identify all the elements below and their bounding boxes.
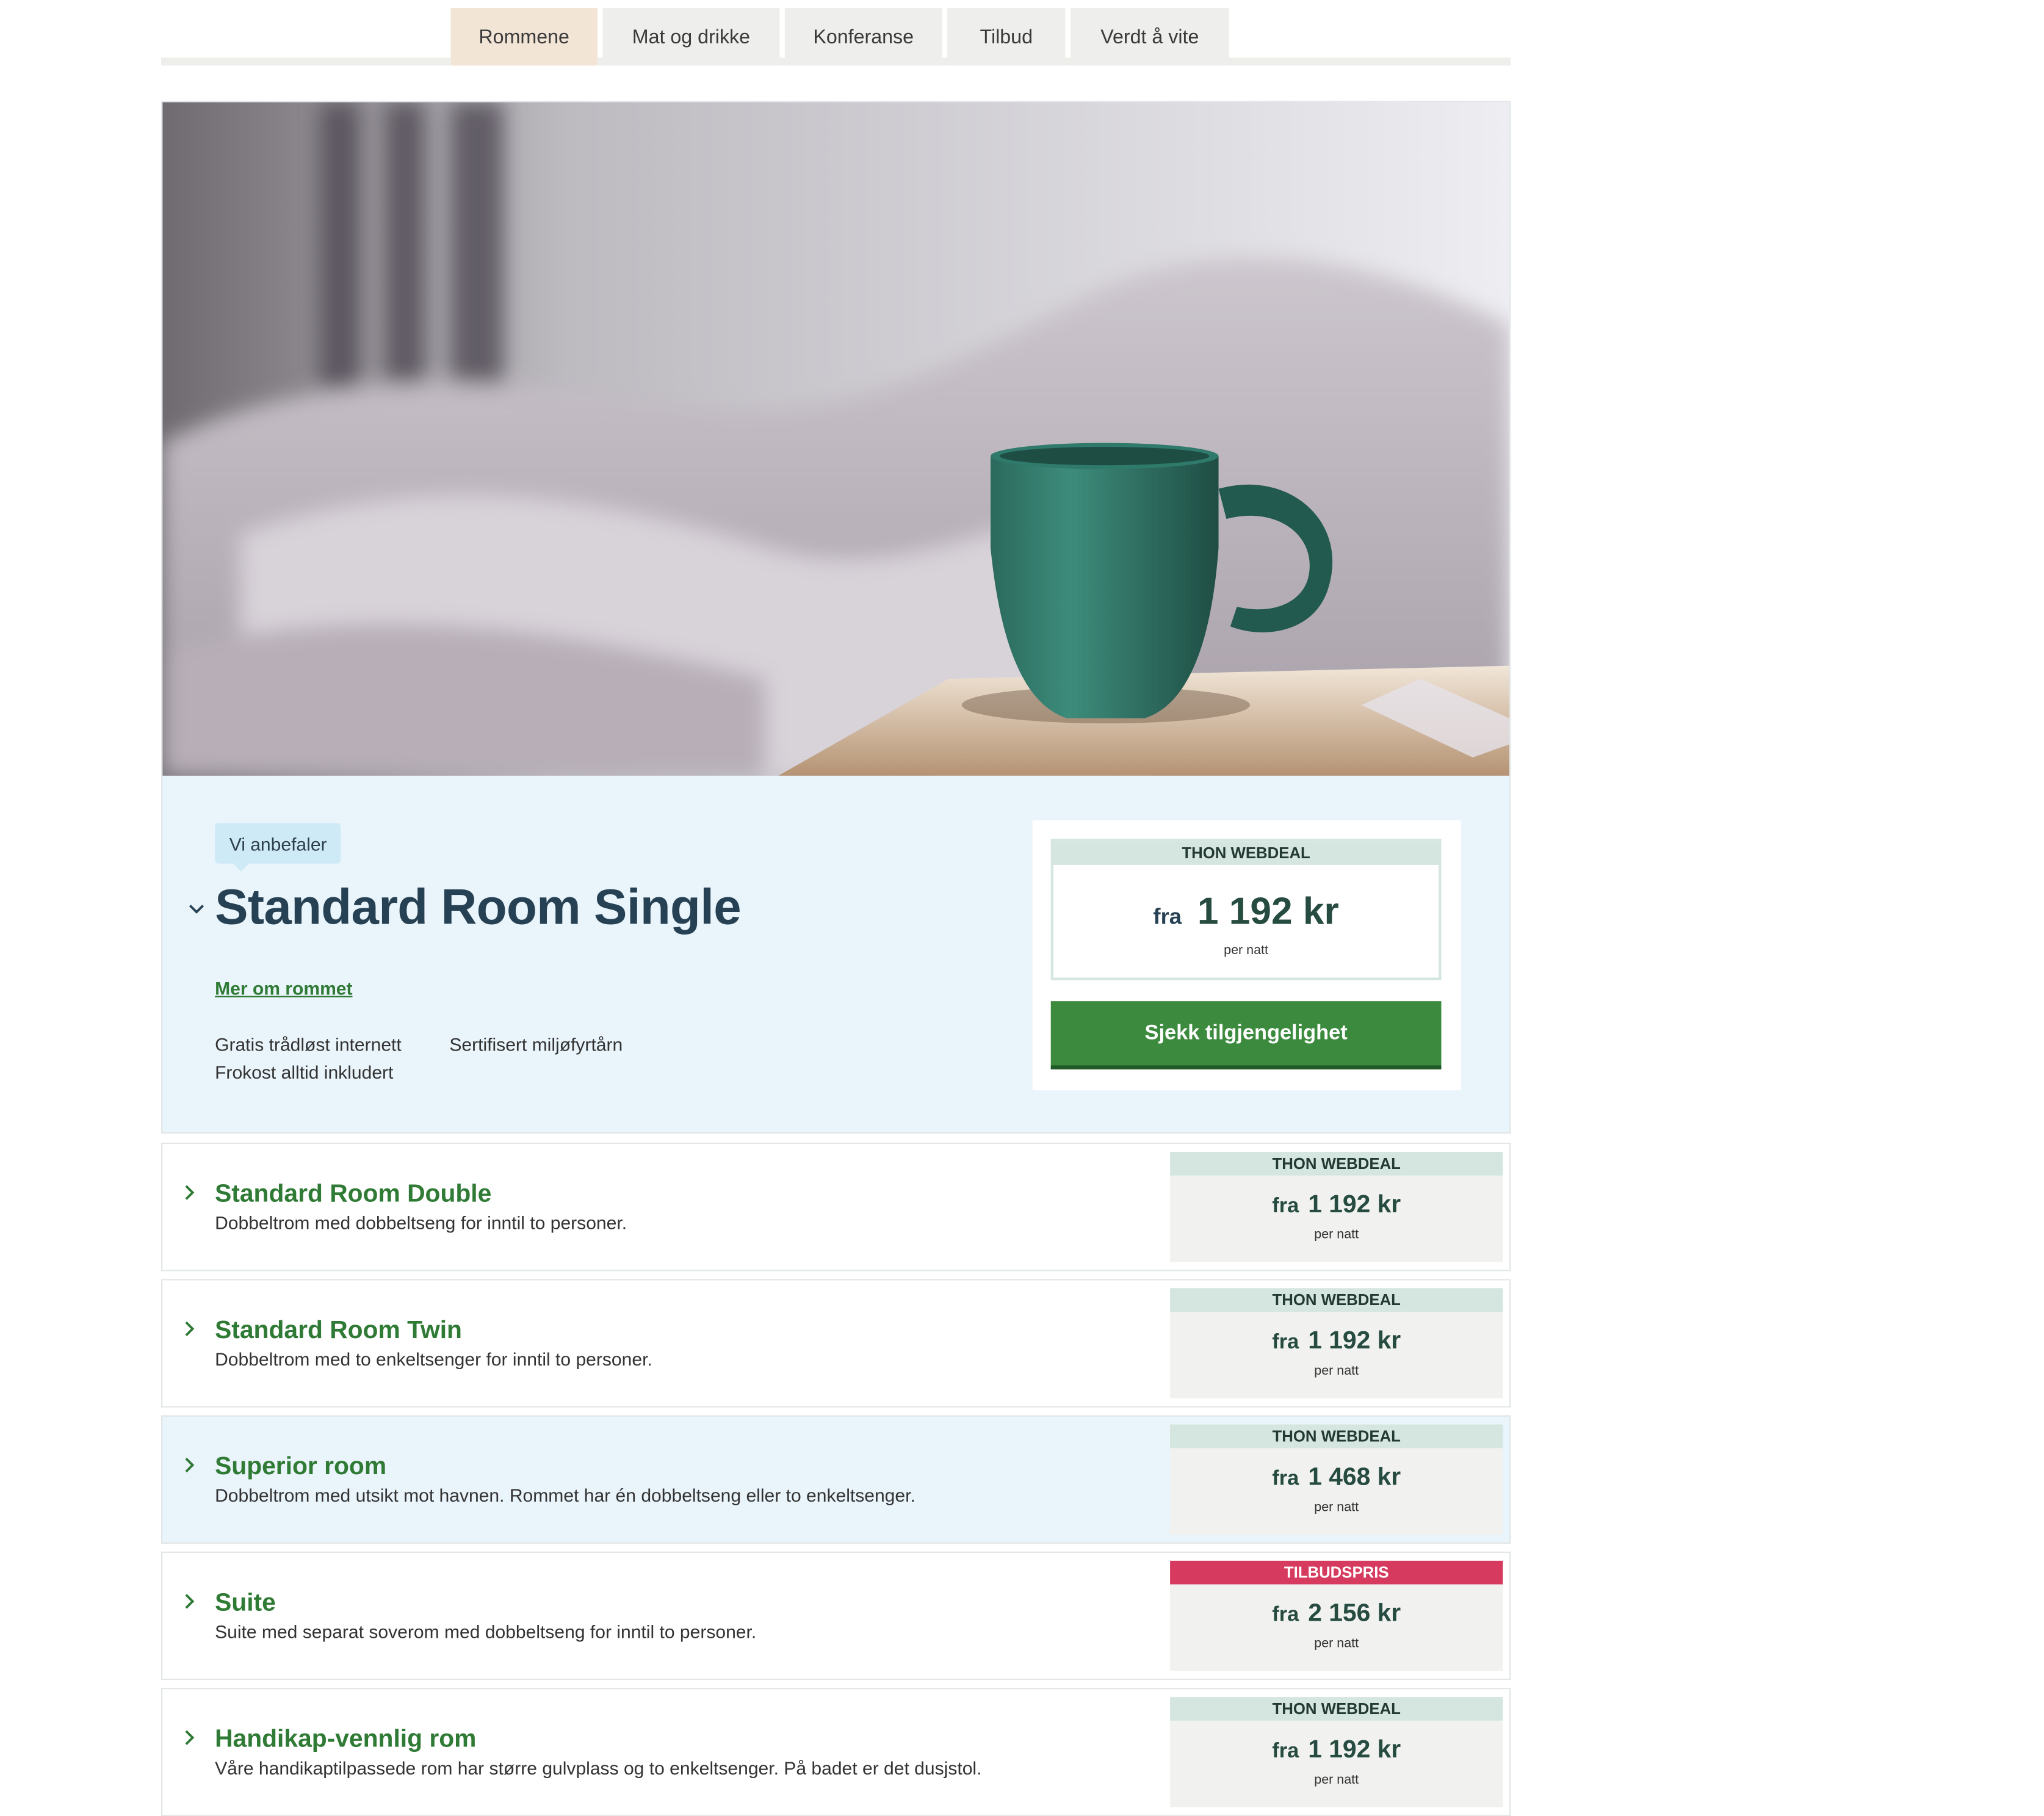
price-amount: 1 192 kr [1308, 1736, 1401, 1764]
deal-label: THON WEBDEAL [1053, 841, 1439, 865]
tab-rommene[interactable]: Rommene [450, 7, 598, 66]
price-unit: per natt [1314, 1773, 1359, 1788]
room-description: Dobbeltrom med utsikt mot havnen. Rommet… [215, 1485, 915, 1506]
price-prefix: fra [1272, 1740, 1299, 1763]
room-price: fra 2 156 kr [1170, 1600, 1503, 1629]
price-amount: 1 192 kr [1308, 1327, 1401, 1355]
deal-label: THON WEBDEAL [1170, 1697, 1503, 1721]
room-price: fra 1 192 kr [1170, 1191, 1503, 1220]
price-prefix: fra [1272, 1467, 1299, 1490]
chevron-right-icon[interactable] [184, 1184, 197, 1209]
tab-tilbud[interactable]: Tilbud [947, 7, 1066, 66]
room-price: fra 1 468 kr [1170, 1464, 1503, 1492]
room-row-standard-twin[interactable]: Standard Room Twin Dobbeltrom med to enk… [161, 1279, 1511, 1408]
room-title[interactable]: Standard Room Double [215, 1181, 491, 1209]
room-row-suite[interactable]: Suite Suite med separat soverom med dobb… [161, 1551, 1511, 1680]
room-row-standard-double[interactable]: Standard Room Double Dobbeltrom med dobb… [161, 1143, 1511, 1272]
room-photo [162, 102, 1510, 776]
tab-verdt-a-vite[interactable]: Verdt å vite [1070, 7, 1229, 66]
room-title[interactable]: Handikap-vennlig rom [215, 1726, 476, 1754]
featured-room-title: Standard Room Single [215, 880, 742, 936]
featured-title-row[interactable]: Standard Room Single [184, 880, 742, 937]
feature-breakfast: Frokost alltid inkludert [215, 1061, 394, 1083]
price-amount: 2 156 kr [1308, 1600, 1401, 1628]
room-price: fra 1 192 kr [1170, 1328, 1503, 1356]
deal-label: THON WEBDEAL [1170, 1288, 1503, 1312]
price-unit: per natt [1314, 1228, 1359, 1243]
room-price-box: THON WEBDEAL fra 1 468 kr per natt [1170, 1424, 1503, 1535]
featured-price: fra 1 192 kr [1053, 891, 1439, 935]
room-description: Suite med separat soverom med dobbeltsen… [215, 1621, 757, 1642]
room-description: Dobbeltrom med dobbeltseng for inntil to… [215, 1212, 627, 1234]
room-title[interactable]: Standard Room Twin [215, 1317, 462, 1346]
room-price-box: THON WEBDEAL fra 1 192 kr per natt [1170, 1152, 1503, 1262]
more-about-room-link[interactable]: Mer om rommet [215, 978, 352, 999]
recommended-badge: Vi anbefaler [215, 823, 342, 872]
featured-room-card: Vi anbefaler Standard Room Single Mer om… [161, 101, 1511, 1134]
price-unit: per natt [1224, 943, 1269, 958]
chevron-down-icon[interactable] [184, 895, 210, 922]
feature-eco-certified: Sertifisert miljøfyrtårn [449, 1033, 623, 1055]
deal-label: THON WEBDEAL [1170, 1424, 1503, 1449]
price-prefix: fra [1272, 1331, 1299, 1354]
sale-label: TILBUDSPRIS [1170, 1560, 1503, 1585]
tab-konferanse[interactable]: Konferanse [784, 7, 942, 66]
price-amount: 1 468 kr [1308, 1463, 1401, 1492]
price-prefix: fra [1272, 1604, 1299, 1627]
check-availability-button[interactable]: Sjekk tilgjengelighet [1050, 1001, 1442, 1069]
room-price-box: THON WEBDEAL fra 1 192 kr per natt [1170, 1697, 1503, 1807]
price-unit: per natt [1314, 1500, 1359, 1515]
chevron-right-icon[interactable] [184, 1729, 197, 1754]
price-amount: 1 192 kr [1308, 1191, 1401, 1219]
chevron-right-icon[interactable] [184, 1456, 197, 1481]
featured-price-box: THON WEBDEAL fra 1 192 kr per natt Sjekk… [1032, 820, 1461, 1091]
room-title[interactable]: Superior room [215, 1453, 386, 1482]
price-prefix: fra [1153, 904, 1182, 930]
room-description: Våre handikaptilpassede rom har større g… [215, 1757, 982, 1779]
room-price-box: TILBUDSPRIS fra 2 156 kr per natt [1170, 1560, 1503, 1671]
price-prefix: fra [1272, 1195, 1299, 1218]
price-amount: 1 192 kr [1197, 891, 1339, 933]
room-row-accessible[interactable]: Handikap-vennlig rom Våre handikaptilpas… [161, 1688, 1511, 1816]
deal-frame: THON WEBDEAL fra 1 192 kr per natt [1050, 838, 1442, 980]
deal-label: THON WEBDEAL [1170, 1152, 1503, 1176]
room-price-box: THON WEBDEAL fra 1 192 kr per natt [1170, 1288, 1503, 1398]
feature-wifi: Gratis trådløst internett [215, 1033, 402, 1055]
room-row-superior[interactable]: Superior room Dobbeltrom med utsikt mot … [161, 1415, 1511, 1544]
chevron-right-icon[interactable] [184, 1592, 197, 1617]
price-unit: per natt [1314, 1637, 1359, 1651]
room-description: Dobbeltrom med to enkeltsenger for innti… [215, 1348, 652, 1370]
price-unit: per natt [1314, 1364, 1359, 1379]
room-price: fra 1 192 kr [1170, 1737, 1503, 1765]
chevron-right-icon[interactable] [184, 1320, 197, 1345]
tab-bar: Rommene Mat og drikke Konferanse Tilbud … [450, 7, 1229, 66]
room-title[interactable]: Suite [215, 1590, 276, 1618]
tab-mat-og-drikke[interactable]: Mat og drikke [602, 7, 780, 66]
